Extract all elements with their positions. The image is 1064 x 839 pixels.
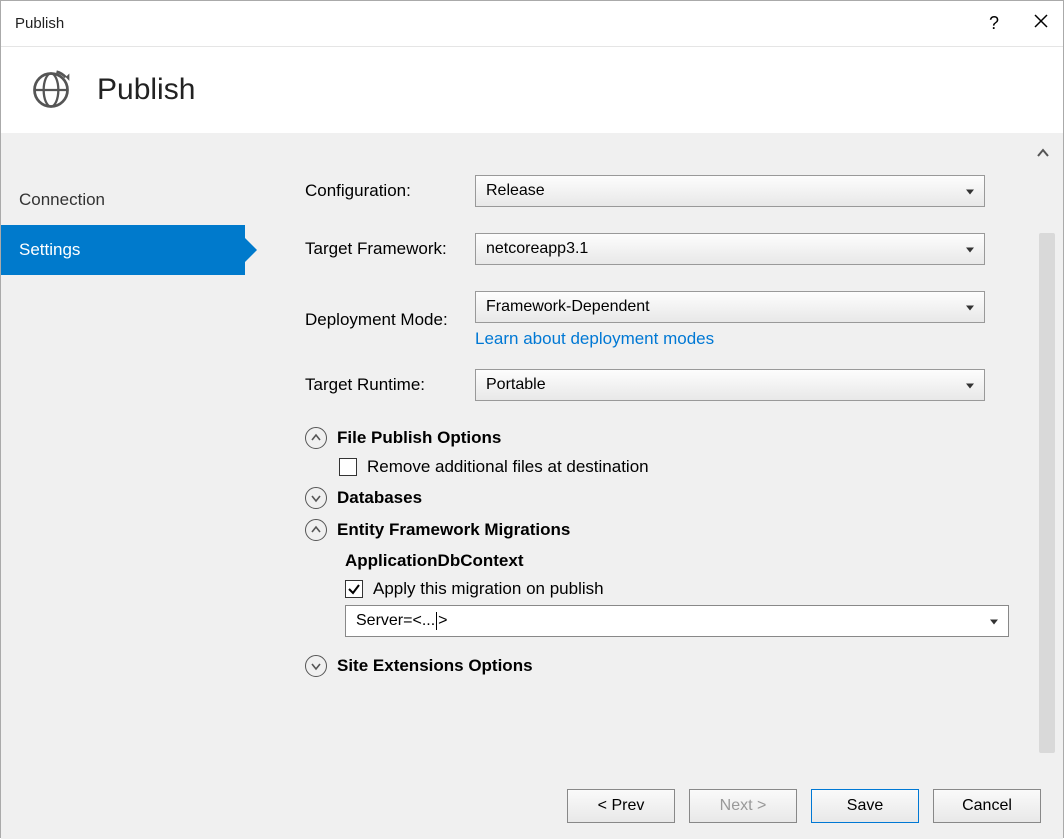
deployment-mode-label: Deployment Mode: [305,310,475,330]
target-runtime-value: Portable [486,376,546,394]
ef-title: Entity Framework Migrations [337,520,570,540]
remove-files-checkbox[interactable] [339,458,357,476]
content-area: Connection Settings Configuration: Relea… [1,133,1063,773]
main-panel: Configuration: Release Target Framework:… [245,133,1063,773]
next-button: Next > [689,789,797,823]
footer: < Prev Next > Save Cancel [1,773,1063,839]
connection-string-input[interactable]: Server=<...> [345,605,1009,637]
titlebar: Publish ? [1,1,1063,47]
globe-arrow-icon [29,68,73,112]
page-title: Publish [97,73,195,107]
scroll-up-icon[interactable] [1037,145,1049,161]
target-runtime-dropdown[interactable]: Portable [475,369,985,401]
target-runtime-label: Target Runtime: [305,375,475,395]
save-button[interactable]: Save [811,789,919,823]
target-framework-value: netcoreapp3.1 [486,240,588,258]
apply-migration-checkbox[interactable] [345,580,363,598]
collapse-toggle-databases[interactable] [305,487,327,509]
configuration-value: Release [486,182,545,200]
site-extensions-title: Site Extensions Options [337,656,533,676]
databases-title: Databases [337,488,422,508]
configuration-dropdown[interactable]: Release [475,175,985,207]
sidebar-item-connection[interactable]: Connection [1,175,245,225]
collapse-toggle-ef[interactable] [305,519,327,541]
deployment-mode-dropdown[interactable]: Framework-Dependent [475,291,985,323]
sidebar-item-settings[interactable]: Settings [1,225,245,275]
cancel-button[interactable]: Cancel [933,789,1041,823]
window-title: Publish [15,15,989,32]
sidebar-item-label: Settings [19,240,80,260]
target-framework-dropdown[interactable]: netcoreapp3.1 [475,233,985,265]
page-header: Publish [1,47,1063,133]
connection-string-value: Server=<...> [356,612,448,630]
close-icon[interactable] [1033,13,1049,34]
deployment-mode-link[interactable]: Learn about deployment modes [475,329,714,349]
configuration-label: Configuration: [305,181,475,201]
help-icon[interactable]: ? [989,13,999,34]
deployment-mode-value: Framework-Dependent [486,298,650,316]
sidebar-item-label: Connection [19,190,105,210]
collapse-toggle-file-publish[interactable] [305,427,327,449]
apply-migration-label: Apply this migration on publish [373,579,604,599]
file-publish-title: File Publish Options [337,428,501,448]
prev-button[interactable]: < Prev [567,789,675,823]
scrollbar[interactable] [1039,233,1055,753]
remove-files-label: Remove additional files at destination [367,457,649,477]
collapse-toggle-site-ext[interactable] [305,655,327,677]
target-framework-label: Target Framework: [305,239,475,259]
sidebar: Connection Settings [1,133,245,773]
ef-context-name: ApplicationDbContext [339,551,1049,571]
